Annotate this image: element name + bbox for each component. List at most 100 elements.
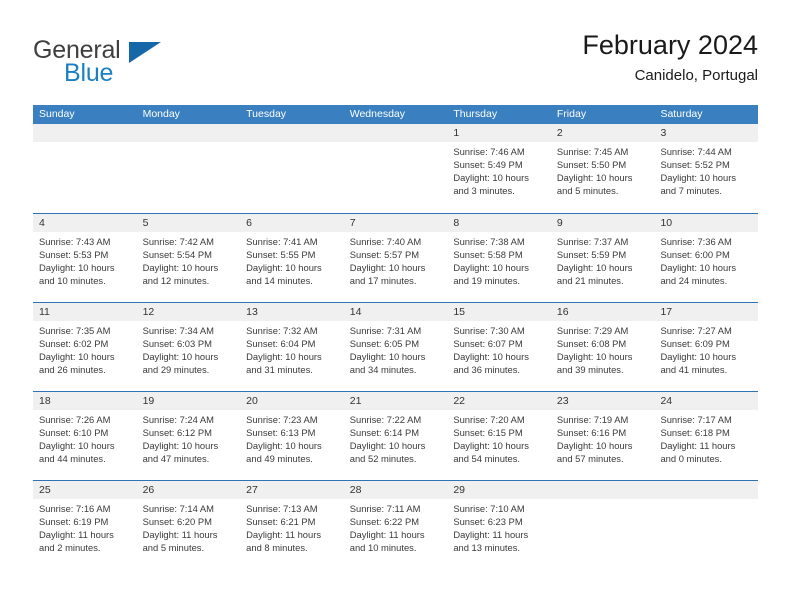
general-blue-logo[interactable]: General Blue <box>33 36 263 96</box>
day-sun-info: Sunrise: 7:29 AM Sunset: 6:08 PM Daylight:… <box>557 324 649 376</box>
calendar-day-cell[interactable]: 25 Sunrise: 7:16 AM Sunset: 6:19 PM Dayligh… <box>33 481 137 569</box>
day-number: 12 <box>142 306 155 318</box>
calendar-day-cell[interactable]: 20 Sunrise: 7:23 AM Sunset: 6:13 PM Dayligh… <box>240 392 344 480</box>
day-sun-info: Sunrise: 7:10 AM Sunset: 6:23 PM Daylight:… <box>453 502 545 554</box>
calendar-day-cell[interactable]: 10 Sunrise: 7:36 AM Sunset: 6:00 PM Dayligh… <box>654 214 758 302</box>
sunset-text: Sunset: 6:23 PM <box>453 516 523 528</box>
day-number: 17 <box>660 306 673 318</box>
day-sun-info: Sunrise: 7:30 AM Sunset: 6:07 PM Daylight:… <box>453 324 545 376</box>
day-number: 11 <box>39 306 50 318</box>
calendar-day-cell[interactable]: 11 Sunrise: 7:35 AM Sunset: 6:02 PM Dayligh… <box>33 303 137 391</box>
calendar-day-cell[interactable]: 15 Sunrise: 7:30 AM Sunset: 6:07 PM Dayligh… <box>447 303 551 391</box>
daylight-text: Daylight: 11 hours and 8 minutes. <box>246 529 322 554</box>
daylight-text: Daylight: 11 hours and 2 minutes. <box>39 529 114 554</box>
calendar-day-cell[interactable]: 28 Sunrise: 7:11 AM Sunset: 6:22 PM Dayligh… <box>344 481 448 569</box>
day-number: 24 <box>660 395 673 407</box>
calendar-day-cell[interactable]: 6 Sunrise: 7:41 AM Sunset: 5:55 PM Daylight… <box>240 214 344 302</box>
day-number: 19 <box>142 395 155 407</box>
daylight-text: Daylight: 10 hours and 57 minutes. <box>556 440 633 465</box>
calendar-day-cell[interactable]: 23 Sunrise: 7:19 AM Sunset: 6:16 PM Dayligh… <box>551 392 655 480</box>
calendar-day-cell[interactable]: 21 Sunrise: 7:22 AM Sunset: 6:14 PM Dayligh… <box>344 392 448 480</box>
calendar-day-cell[interactable]: 19 Sunrise: 7:24 AM Sunset: 6:12 PM Dayligh… <box>137 392 241 480</box>
daylight-text: Daylight: 10 hours and 21 minutes. <box>556 262 633 287</box>
calendar-day-cell-empty <box>240 124 344 213</box>
sunset-text: Sunset: 6:16 PM <box>556 427 627 439</box>
calendar-day-cell[interactable]: 12 Sunrise: 7:34 AM Sunset: 6:03 PM Dayligh… <box>137 303 241 391</box>
day-number: 25 <box>39 484 51 496</box>
calendar-day-cell[interactable]: 14 Sunrise: 7:31 AM Sunset: 6:05 PM Dayligh… <box>344 303 448 391</box>
day-number: 22 <box>453 395 465 407</box>
calendar-day-cell[interactable]: 24 Sunrise: 7:17 AM Sunset: 6:18 PM Dayligh… <box>654 392 758 480</box>
sunrise-text: Sunrise: 7:26 AM <box>39 414 111 425</box>
day-number: 26 <box>142 484 155 496</box>
daylight-text: Daylight: 11 hours and 13 minutes. <box>453 529 529 554</box>
daylight-text: Daylight: 10 hours and 26 minutes. <box>39 351 115 376</box>
calendar-day-cell-empty <box>551 481 655 569</box>
day-sun-info: Sunrise: 7:20 AM Sunset: 6:15 PM Daylight:… <box>453 413 545 465</box>
calendar-day-cell[interactable]: 29 Sunrise: 7:10 AM Sunset: 6:23 PM Dayligh… <box>447 481 551 569</box>
day-sun-info: Sunrise: 7:13 AM Sunset: 6:21 PM Daylight:… <box>246 502 338 554</box>
sunset-text: Sunset: 6:00 PM <box>660 249 730 261</box>
daylight-text: Daylight: 10 hours and 31 minutes. <box>246 351 322 376</box>
sunrise-text: Sunrise: 7:41 AM <box>246 236 318 247</box>
sunrise-text: Sunrise: 7:37 AM <box>556 236 629 247</box>
daylight-text: Daylight: 11 hours and 5 minutes. <box>142 529 218 554</box>
calendar-day-cell[interactable]: 1 Sunrise: 7:46 AM Sunset: 5:49 PM Daylight… <box>447 124 551 213</box>
sunrise-text: Sunrise: 7:40 AM <box>349 236 422 247</box>
calendar-day-cell-empty <box>33 124 137 213</box>
day-sun-info: Sunrise: 7:42 AM Sunset: 5:54 PM Daylight:… <box>143 235 235 287</box>
day-sun-info: Sunrise: 7:35 AM Sunset: 6:02 PM Daylight:… <box>39 324 131 376</box>
sunset-text: Sunset: 6:14 PM <box>349 427 420 439</box>
calendar-day-cell[interactable]: 16 Sunrise: 7:29 AM Sunset: 6:08 PM Dayligh… <box>551 303 655 391</box>
calendar-day-cell[interactable]: 13 Sunrise: 7:32 AM Sunset: 6:04 PM Dayligh… <box>240 303 344 391</box>
calendar-week-row: 25 Sunrise: 7:16 AM Sunset: 6:19 PM Dayligh… <box>33 480 758 569</box>
sunrise-text: Sunrise: 7:16 AM <box>39 503 111 514</box>
sunset-text: Sunset: 6:12 PM <box>142 427 212 439</box>
calendar-day-cell[interactable]: 22 Sunrise: 7:20 AM Sunset: 6:15 PM Dayligh… <box>447 392 551 480</box>
sunset-text: Sunset: 6:21 PM <box>246 516 316 528</box>
day-sun-info: Sunrise: 7:36 AM Sunset: 6:00 PM Daylight:… <box>660 235 752 287</box>
sunset-text: Sunset: 5:55 PM <box>246 249 316 261</box>
calendar-day-cell[interactable]: 26 Sunrise: 7:14 AM Sunset: 6:20 PM Dayligh… <box>137 481 241 569</box>
calendar-day-cell[interactable]: 17 Sunrise: 7:27 AM Sunset: 6:09 PM Dayligh… <box>654 303 758 391</box>
calendar-day-cell[interactable]: 4 Sunrise: 7:43 AM Sunset: 5:53 PM Daylight… <box>33 214 137 302</box>
daylight-text: Daylight: 10 hours and 12 minutes. <box>142 262 219 287</box>
calendar-day-cell[interactable]: 5 Sunrise: 7:42 AM Sunset: 5:54 PM Daylight… <box>137 214 241 302</box>
page-header: General Blue February 2024 Canidelo, Por… <box>33 28 758 98</box>
day-sun-info: Sunrise: 7:24 AM Sunset: 6:12 PM Daylight:… <box>143 413 235 465</box>
day-sun-info: Sunrise: 7:19 AM Sunset: 6:16 PM Daylight:… <box>557 413 649 465</box>
calendar-day-cell[interactable]: 2 Sunrise: 7:45 AM Sunset: 5:50 PM Daylight… <box>551 124 655 213</box>
sunrise-text: Sunrise: 7:43 AM <box>39 236 111 247</box>
sunset-text: Sunset: 5:52 PM <box>660 159 730 171</box>
daylight-text: Daylight: 10 hours and 7 minutes. <box>660 172 737 197</box>
day-of-week-header-tuesday: Tuesday <box>246 108 287 120</box>
calendar-week-row: 1 Sunrise: 7:46 AM Sunset: 5:49 PM Daylight… <box>33 124 758 213</box>
calendar-day-cell[interactable]: 18 Sunrise: 7:26 AM Sunset: 6:10 PM Dayligh… <box>33 392 137 480</box>
day-of-week-header-saturday: Saturday <box>660 108 703 120</box>
calendar-day-cell[interactable]: 27 Sunrise: 7:13 AM Sunset: 6:21 PM Dayligh… <box>240 481 344 569</box>
calendar-day-cell[interactable]: 8 Sunrise: 7:38 AM Sunset: 5:58 PM Daylight… <box>447 214 551 302</box>
calendar-day-cell-empty <box>137 124 241 213</box>
sunset-text: Sunset: 6:07 PM <box>453 338 523 350</box>
sunrise-text: Sunrise: 7:45 AM <box>556 146 629 157</box>
calendar-day-cell[interactable]: 7 Sunrise: 7:40 AM Sunset: 5:57 PM Daylight… <box>344 214 448 302</box>
page-title: February 2024 <box>582 30 758 60</box>
daylight-text: Daylight: 11 hours and 0 minutes. <box>660 440 736 465</box>
calendar-day-cell[interactable]: 9 Sunrise: 7:37 AM Sunset: 5:59 PM Daylight… <box>551 214 655 302</box>
day-number: 4 <box>39 217 45 229</box>
day-number <box>660 481 752 499</box>
day-sun-info: Sunrise: 7:38 AM Sunset: 5:58 PM Daylight:… <box>453 235 545 287</box>
sunset-text: Sunset: 5:58 PM <box>453 249 523 261</box>
daylight-text: Daylight: 10 hours and 41 minutes. <box>660 351 737 376</box>
sunrise-text: Sunrise: 7:22 AM <box>349 414 422 425</box>
logo-text-blue: Blue <box>64 59 114 87</box>
sunset-text: Sunset: 6:02 PM <box>39 338 109 350</box>
day-sun-info: Sunrise: 7:16 AM Sunset: 6:19 PM Daylight:… <box>39 502 131 554</box>
day-number: 5 <box>142 217 149 229</box>
day-of-week-header-row: Sunday Monday Tuesday Wednesday Thursday Frid… <box>33 105 758 124</box>
day-sun-info: Sunrise: 7:43 AM Sunset: 5:53 PM Daylight:… <box>39 235 131 287</box>
calendar-day-cell[interactable]: 3 Sunrise: 7:44 AM Sunset: 5:52 PM Daylight… <box>654 124 758 213</box>
day-number: 8 <box>453 217 460 229</box>
sunset-text: Sunset: 6:19 PM <box>39 516 109 528</box>
day-number <box>557 481 649 499</box>
